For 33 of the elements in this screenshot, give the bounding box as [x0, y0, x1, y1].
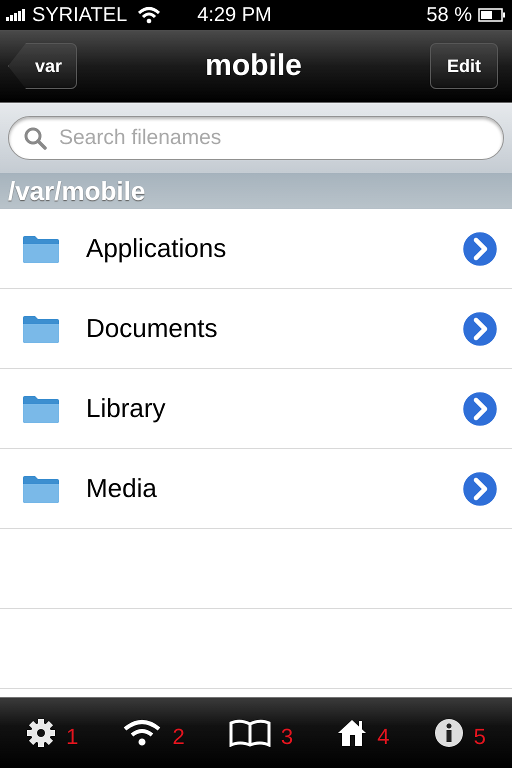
folder-name: Media [86, 473, 158, 504]
folder-icon [22, 394, 60, 424]
folder-name: Documents [86, 313, 218, 344]
folder-icon [22, 314, 60, 344]
nav-title: mobile [205, 49, 302, 83]
folder-name: Library [86, 393, 166, 424]
book-icon[interactable] [228, 719, 271, 747]
folder-row[interactable]: Media [0, 449, 512, 529]
annotation-number: 3 [280, 724, 294, 750]
edit-button[interactable]: Edit [430, 43, 498, 89]
folder-icon [22, 234, 60, 264]
annotation-number: 1 [66, 724, 78, 750]
folder-name: Applications [86, 233, 228, 264]
folder-icon [22, 474, 60, 504]
battery-icon [478, 8, 506, 22]
annotation-number: 4 [377, 724, 390, 750]
annotation-number: 2 [172, 724, 185, 750]
folder-row[interactable]: Library [0, 369, 512, 449]
path-label: /var/mobile [8, 176, 146, 206]
back-button[interactable]: var [8, 43, 78, 89]
carrier-name: SYRIATEL [32, 4, 128, 26]
info-icon[interactable] [434, 718, 464, 748]
folder-row[interactable]: Documents [0, 289, 512, 369]
home-icon[interactable] [337, 719, 368, 747]
wifi-icon[interactable] [122, 719, 162, 747]
annotation-number: 5 [474, 724, 486, 750]
battery-percent: 58 % [426, 4, 472, 26]
folder-row[interactable]: Applications [0, 209, 512, 289]
wifi-icon [137, 6, 162, 24]
settings-icon[interactable] [26, 718, 56, 748]
signal-icon [6, 9, 26, 21]
search-field[interactable]: Search filenames [8, 116, 504, 160]
clock: 4:29 PM [197, 4, 273, 26]
